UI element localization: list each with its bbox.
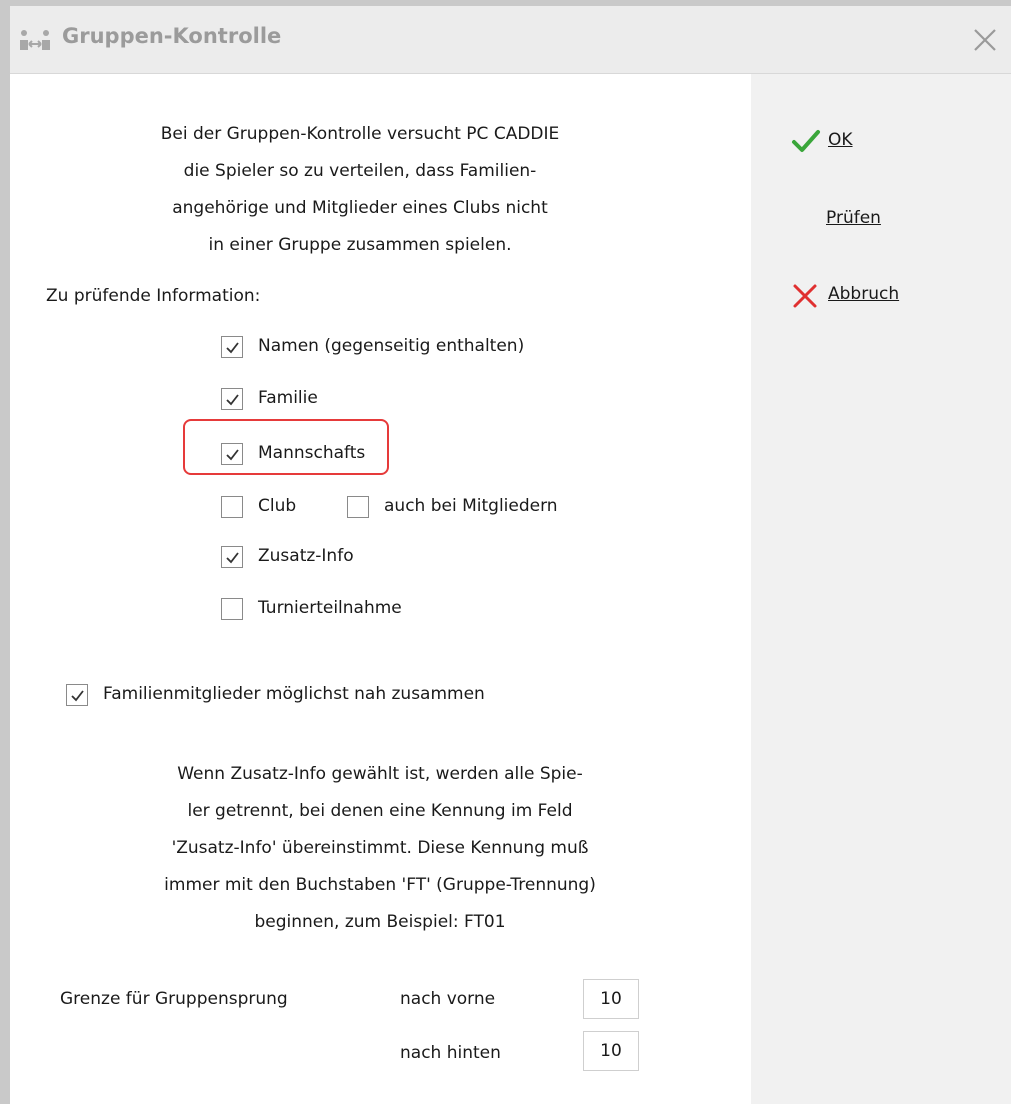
check-icon [71,690,84,702]
cross-icon [793,284,817,308]
forward-label: nach vorne [400,989,496,1009]
intro-line: die Spieler so zu verteilen, dass Famili… [183,161,537,181]
check-icon [226,394,239,406]
familie-label[interactable]: Familie [258,388,318,408]
title-bar: Gruppen-Kontrolle [10,6,1011,74]
intro-line: angehörige und Mitglieder eines Clubs ni… [172,198,548,218]
zusatz-checkbox[interactable] [221,546,243,568]
note-line: 'Zusatz-Info' übereinstimmt. Diese Kennu… [171,838,589,858]
mitglieder-checkbox[interactable] [347,496,369,518]
familienmitglieder-label[interactable]: Familienmitglieder möglichst nah zusamme… [103,684,485,704]
familie-checkbox[interactable] [221,388,243,410]
backward-input[interactable] [583,1031,639,1071]
forward-input[interactable] [583,979,639,1019]
note-line: ler getrennt, bei denen eine Kennung im … [187,801,573,821]
main-panel: Bei der Gruppen-Kontrolle versucht PC CA… [10,74,751,1104]
group-icon [20,30,50,50]
dialog-window: Gruppen-Kontrolle Bei der Gruppen-Kontro… [0,0,1011,1104]
note-line: immer mit den Buchstaben 'FT' (Gruppe-Tr… [164,875,596,895]
ok-button[interactable]: OK [791,128,911,158]
note-line: beginnen, zum Beispiel: FT01 [254,912,506,932]
close-icon[interactable] [965,20,1005,60]
button-panel: OK Prüfen Abbruch [751,74,1011,1104]
ok-label: OK [828,130,853,150]
turnier-label[interactable]: Turnierteilnahme [258,598,402,618]
checkmark-icon [792,130,820,152]
intro-line: in einer Gruppe zusammen spielen. [208,235,512,255]
abbruch-button[interactable]: Abbruch [791,282,951,312]
section-label: Zu prüfende Information: [46,286,261,306]
window-title: Gruppen-Kontrolle [62,24,282,48]
pruefen-button[interactable]: Prüfen [826,206,946,236]
window-border-left [0,0,10,1104]
backward-label: nach hinten [400,1043,501,1063]
check-icon [226,342,239,354]
club-label[interactable]: Club [258,496,296,516]
zusatz-label[interactable]: Zusatz-Info [258,546,354,566]
pruefen-label: Prüfen [826,208,881,228]
check-icon [226,552,239,564]
intro-text: Bei der Gruppen-Kontrolle versucht PC CA… [130,116,590,264]
namen-checkbox[interactable] [221,336,243,358]
namen-label[interactable]: Namen (gegenseitig enthalten) [258,336,524,356]
note-text: Wenn Zusatz-Info gewählt ist, werden all… [100,756,660,941]
intro-line: Bei der Gruppen-Kontrolle versucht PC CA… [160,124,560,144]
turnier-checkbox[interactable] [221,598,243,620]
mitglieder-label[interactable]: auch bei Mitgliedern [384,496,558,516]
abbruch-label: Abbruch [828,284,900,304]
club-checkbox[interactable] [221,496,243,518]
familienmitglieder-checkbox[interactable] [66,684,88,706]
limit-label: Grenze für Gruppensprung [60,989,288,1009]
highlight-frame [183,419,389,475]
note-line: Wenn Zusatz-Info gewählt ist, werden all… [177,764,583,784]
